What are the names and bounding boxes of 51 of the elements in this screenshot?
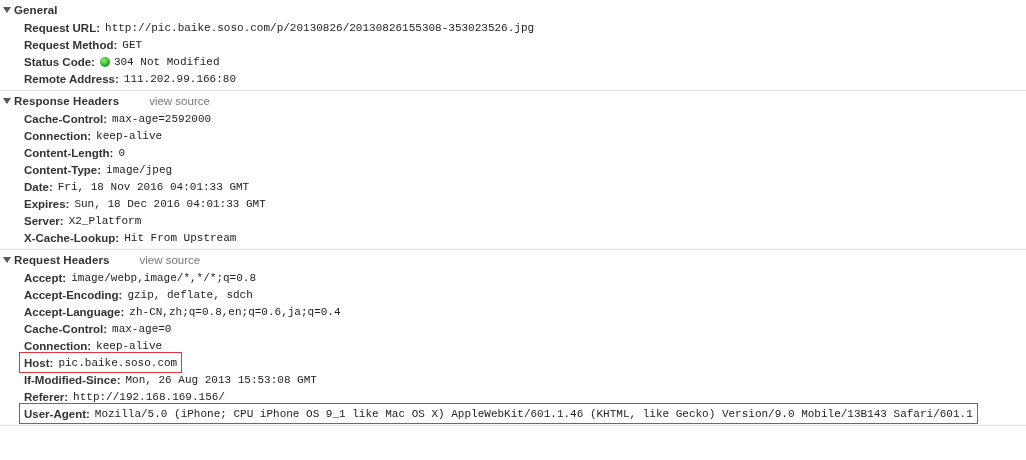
header-value: Fri, 18 Nov 2016 04:01:33 GMT (57, 180, 250, 193)
header-value: Mozilla/5.0 (iPhone; CPU iPhone OS 9_1 like Mac OS X) AppleWebKit/601.1.46 (KHTML, like Gecko) Version/9.0 Mobile/13B143 Safari/601.1 (94, 407, 973, 420)
header-name: If-Modified-Since: (24, 373, 121, 386)
header-name: Request URL: (24, 21, 101, 34)
header-name: X-Cache-Lookup: (24, 231, 120, 244)
header-value: GET (122, 38, 143, 51)
header-value: pic.baike.soso.com (58, 356, 178, 369)
header-value: Hit From Upstream (124, 231, 237, 244)
header-name: Connection: (24, 129, 92, 142)
header-value: Mon, 26 Aug 2013 15:53:08 GMT (125, 373, 317, 386)
header-name: Expires: (24, 197, 70, 210)
header-name: Remote Address: (24, 72, 119, 85)
header-name: Content-Type: (24, 163, 102, 176)
section-title[interactable]: Response Headers (14, 94, 120, 107)
expand-triangle-icon[interactable] (3, 255, 11, 264)
header-name: Accept: (24, 271, 67, 284)
section-title[interactable]: Request Headers (14, 253, 110, 266)
header-value: keep-alive (96, 339, 163, 352)
header-value: http://pic.baike.soso.com/p/20130826/20130826155308-353023526.jpg (105, 21, 535, 34)
expand-triangle-icon[interactable] (3, 5, 11, 14)
header-value: 304 Not Modified (113, 55, 220, 68)
expand-triangle-icon[interactable] (3, 96, 11, 105)
header-name: Accept-Encoding: (24, 288, 123, 301)
header-value: http://192.168.169.156/ (73, 390, 225, 403)
header-name: Accept-Language: (24, 305, 125, 318)
header-name: Connection: (24, 339, 92, 352)
section-title[interactable]: General (14, 3, 58, 16)
header-value: X2_Platform (68, 214, 142, 227)
header-value: 0 (118, 146, 126, 159)
header-name: Cache-Control: (24, 322, 108, 335)
status-dot-icon (99, 56, 110, 67)
header-value: image/jpeg (106, 163, 173, 176)
header-name: Date: (24, 180, 53, 193)
header-value: 111.202.99.166:80 (123, 72, 236, 85)
header-name: Status Code: (24, 55, 95, 68)
header-name: User-Agent: (24, 407, 90, 420)
header-value: image/webp,image/*,*/*;q=0.8 (71, 271, 257, 284)
header-value: max-age=0 (112, 322, 172, 335)
header-value: keep-alive (96, 129, 163, 142)
header-name: Cache-Control: (24, 112, 108, 125)
view-source-link[interactable]: view source (149, 94, 210, 107)
header-value: zh-CN,zh;q=0.8,en;q=0.6,ja;q=0.4 (129, 305, 341, 318)
header-name: Request Method: (24, 38, 118, 51)
header-value: gzip, deflate, sdch (127, 288, 253, 301)
header-value: Sun, 18 Dec 2016 04:01:33 GMT (74, 197, 266, 210)
header-name: Host: (24, 356, 54, 369)
header-name: Referer: (24, 390, 69, 403)
header-name: Content-Length: (24, 146, 114, 159)
header-value: max-age=2592000 (112, 112, 212, 125)
header-name: Server: (24, 214, 64, 227)
view-source-link[interactable]: view source (139, 253, 201, 266)
